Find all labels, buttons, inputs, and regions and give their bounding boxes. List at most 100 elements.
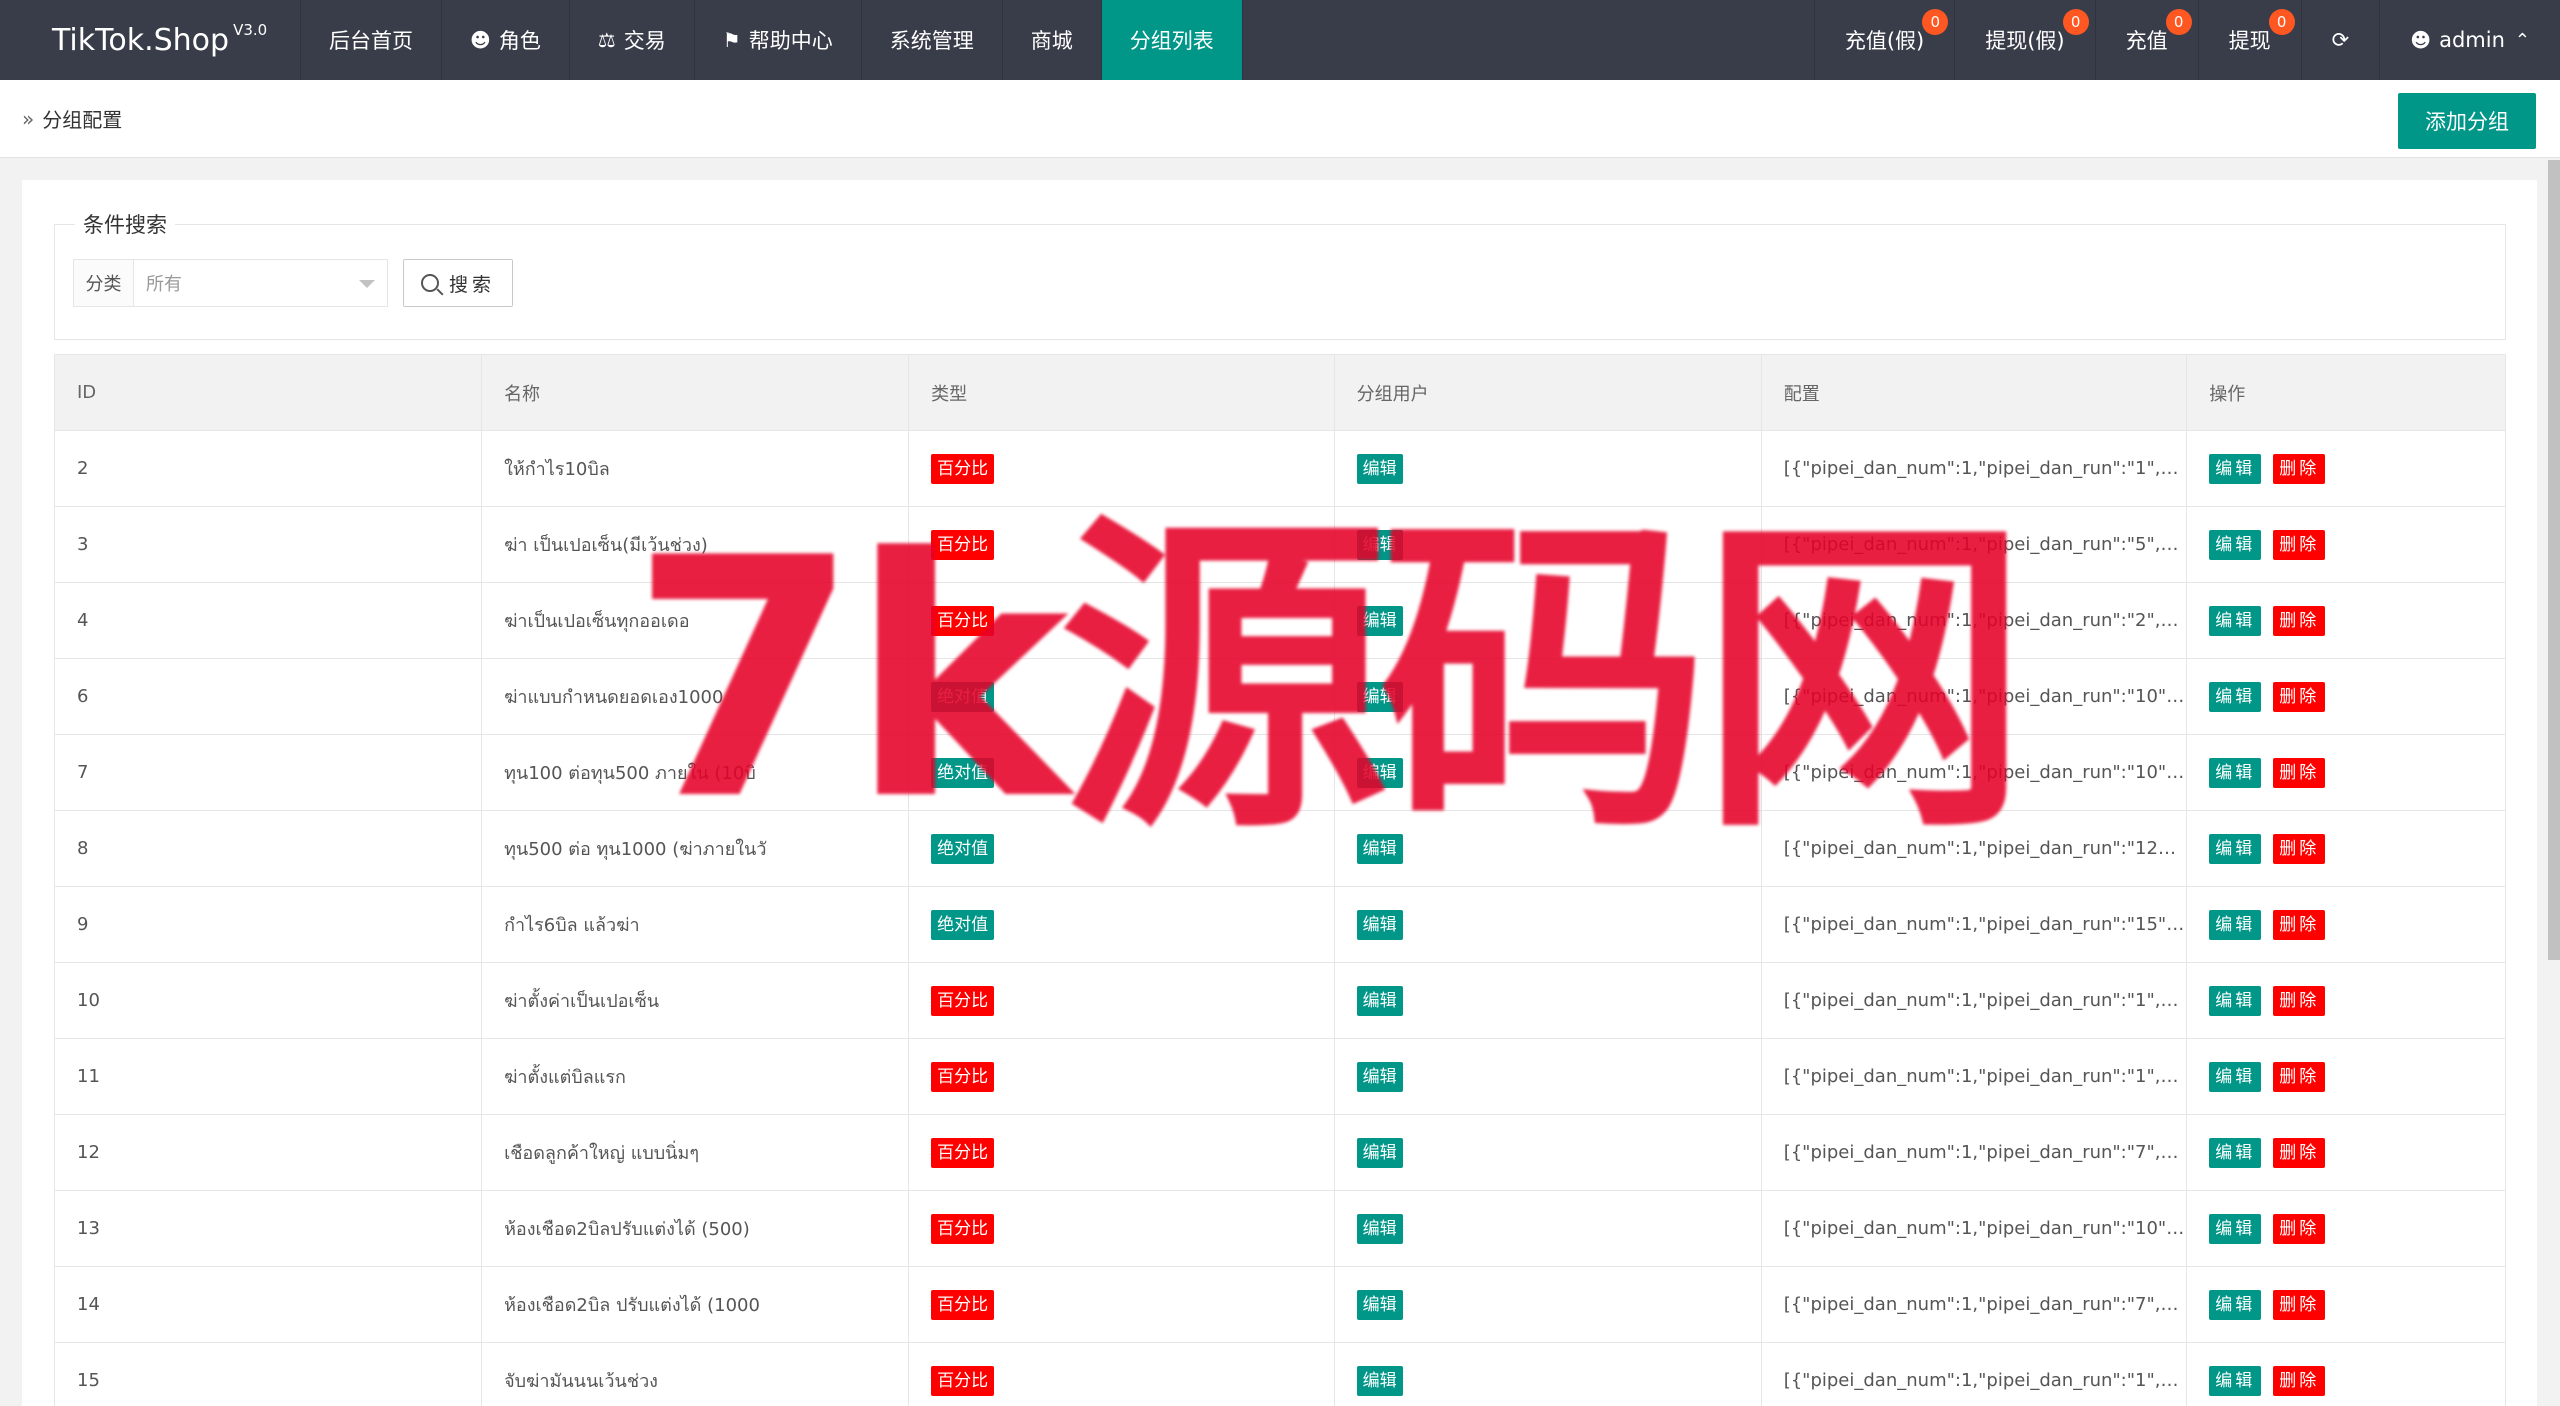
delete-button[interactable]: 删除 [2273,1365,2326,1396]
top-navbar: TikTok.Shop V3.0 后台首页 ☻ 角色 ⚖ 交易 ⚑ 帮助中心 系统管理… [0,0,2560,80]
search-fieldset: 条件搜索 分类 所有 搜索 [54,209,2506,340]
delete-button[interactable]: 删除 [2273,1137,2326,1168]
col-type: 类型 [908,354,1335,431]
edit-users-button[interactable]: 编辑 [1356,1061,1403,1092]
delete-button[interactable]: 删除 [2273,453,2326,484]
edit-button[interactable]: 编辑 [2209,1213,2262,1244]
category-value[interactable]: 所有 [134,260,387,306]
edit-users-button[interactable]: 编辑 [1356,1213,1403,1244]
cell-type: 百分比 [908,962,1335,1039]
cell-type: 百分比 [908,1190,1335,1267]
scale-icon: ⚖ [597,28,616,52]
logo-text: TikTok.Shop [52,22,230,58]
cell-actions: 编辑 删除 [2186,734,2506,811]
edit-button[interactable]: 编辑 [2209,681,2262,712]
cell-group-users: 编辑 [1333,1190,1762,1267]
cell-group-users: 编辑 [1333,962,1762,1039]
cell-type: 百分比 [908,1038,1335,1115]
search-button[interactable]: 搜索 [403,259,513,307]
nav-item-help[interactable]: ⚑ 帮助中心 [695,0,862,80]
nav-item-trade[interactable]: ⚖ 交易 [570,0,695,80]
edit-button[interactable]: 编辑 [2209,757,2262,788]
delete-button[interactable]: 删除 [2273,1289,2326,1320]
nav-item-dashboard[interactable]: 后台首页 [301,0,442,80]
edit-button[interactable]: 编辑 [2209,909,2262,940]
nav-item-group-list[interactable]: 分组列表 [1101,0,1243,80]
category-select[interactable]: 分类 所有 [73,259,388,307]
edit-users-button[interactable]: 编辑 [1356,453,1403,484]
delete-button[interactable]: 删除 [2273,833,2326,864]
type-tag: 百分比 [931,1061,995,1092]
cell-config: [{"pipei_dan_num":1,"pipei_dan_run":"7",… [1760,1114,2188,1191]
delete-button[interactable]: 删除 [2273,681,2326,712]
cell-id: 14 [53,1266,483,1343]
delete-button[interactable]: 删除 [2273,985,2326,1016]
nav-item-system[interactable]: 系统管理 [862,0,1003,80]
edit-button[interactable]: 编辑 [2209,1061,2262,1092]
cell-actions: 编辑 删除 [2186,962,2506,1039]
delete-button[interactable]: 删除 [2273,1213,2326,1244]
cell-id: 2 [53,430,483,507]
cell-group-users: 编辑 [1333,1342,1762,1406]
nav-recharge[interactable]: 充值 0 [2094,0,2198,80]
nav-fake-recharge[interactable]: 充值(假) 0 [1813,0,1954,80]
nav-item-mall[interactable]: 商城 [1003,0,1102,80]
table-row: 11 ฆ่าตั้งแต่บิลแรก 百分比 编辑 [{"pipei_dan_num"… [53,1038,2506,1115]
table-header: ID 名称 类型 分组用户 配置 操作 [53,354,2506,431]
nav-withdraw[interactable]: 提现 0 [2197,0,2301,80]
edit-button[interactable]: 编辑 [2209,1289,2262,1320]
edit-users-button[interactable]: 编辑 [1356,1289,1403,1320]
cell-name: จับฆ่ามันนนเว้นช่วง [481,1342,910,1406]
edit-button[interactable]: 编辑 [2209,529,2262,560]
edit-button[interactable]: 编辑 [2209,985,2262,1016]
cell-id: 8 [53,810,483,887]
delete-button[interactable]: 删除 [2273,605,2326,636]
nav-right: 充值(假) 0 提现(假) 0 充值 0 提现 0 ⟳ ☻ admin ⌃ [1813,0,2560,80]
cell-type: 百分比 [908,1342,1335,1406]
nav-label: 充值(假) [1844,29,1925,53]
cell-group-users: 编辑 [1333,1266,1762,1343]
nav-label: 交易 [623,29,666,53]
cell-id: 13 [53,1190,483,1267]
delete-button[interactable]: 删除 [2273,909,2326,940]
cell-id: 7 [53,734,483,811]
cell-actions: 编辑 删除 [2186,1114,2506,1191]
cell-actions: 编辑 删除 [2186,658,2506,735]
username: admin [2439,28,2505,52]
edit-button[interactable]: 编辑 [2209,453,2262,484]
edit-button[interactable]: 编辑 [2209,833,2262,864]
delete-button[interactable]: 删除 [2273,529,2326,560]
cell-config: [{"pipei_dan_num":1,"pipei_dan_run":"10"… [1760,1190,2188,1267]
breadcrumb: » 分组配置 添加分组 [0,80,2560,158]
double-chevron-icon: » [22,106,35,131]
add-group-button[interactable]: 添加分组 [2398,93,2536,149]
nav-fake-withdraw[interactable]: 提现(假) 0 [1954,0,2094,80]
app-logo[interactable]: TikTok.Shop V3.0 [0,21,300,58]
edit-button[interactable]: 编辑 [2209,1137,2262,1168]
category-selected: 所有 [146,274,182,295]
cell-id: 9 [53,886,483,963]
flag-icon: ⚑ [722,28,741,52]
user-menu[interactable]: ☻ admin ⌃ [2379,0,2560,80]
chevron-up-icon: ⌃ [2514,29,2530,51]
cell-actions: 编辑 删除 [2186,1342,2506,1406]
delete-button[interactable]: 删除 [2273,1061,2326,1092]
refresh-button[interactable]: ⟳ [2300,0,2380,80]
cell-id: 3 [53,506,483,583]
cell-actions: 编辑 删除 [2186,1190,2506,1267]
delete-button[interactable]: 删除 [2273,757,2326,788]
edit-users-button[interactable]: 编辑 [1356,1137,1403,1168]
cell-config: [{"pipei_dan_num":1,"pipei_dan_run":"15"… [1760,886,2188,963]
cell-name: ฆ่าตั้งค่าเป็นเปอเซ็น [481,962,910,1039]
edit-users-button[interactable]: 编辑 [1356,909,1403,940]
type-tag: 百分比 [931,453,995,484]
caret-down-icon [359,280,375,288]
cell-type: 绝对值 [908,886,1335,963]
nav-item-role[interactable]: ☻ 角色 [442,0,570,80]
edit-users-button[interactable]: 编辑 [1356,1365,1403,1396]
edit-button[interactable]: 编辑 [2209,605,2262,636]
edit-button[interactable]: 编辑 [2209,1365,2262,1396]
page-scrollbar[interactable] [2548,160,2560,960]
nav-label: 系统管理 [889,29,974,53]
edit-users-button[interactable]: 编辑 [1356,985,1403,1016]
